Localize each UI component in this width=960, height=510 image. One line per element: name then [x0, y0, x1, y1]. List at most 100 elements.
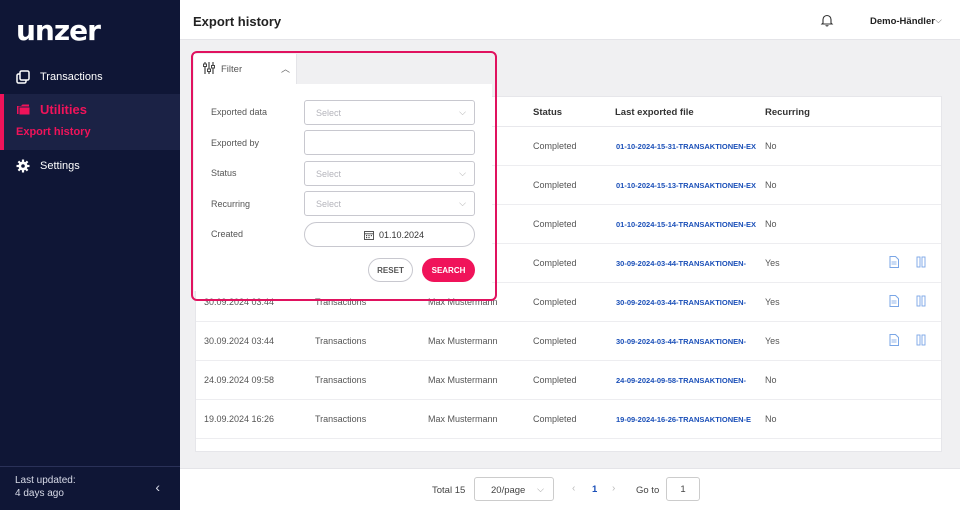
recurring-cell: No: [765, 180, 777, 190]
file-link[interactable]: 30-09-2024-03-44-TRANSAKTIONEN-: [616, 298, 758, 307]
recurring-cell: Yes: [765, 336, 780, 346]
file-link[interactable]: 30-09-2024-03-44-TRANSAKTIONEN-: [616, 337, 758, 346]
exported-by-label: Exported by: [211, 138, 260, 148]
status-label: Status: [211, 168, 237, 178]
prev-page-icon[interactable]: ‹: [572, 483, 575, 494]
sidebar: unzer Transactions Utilities Export hist…: [0, 0, 180, 510]
exported-data-cell: Transactions: [315, 336, 367, 346]
recurring-cell: Yes: [765, 297, 780, 307]
gear-icon: [16, 159, 30, 173]
recurring-cell: No: [765, 375, 777, 385]
status-cell: Completed: [533, 180, 577, 190]
column-header-status: Status: [533, 107, 563, 118]
filter-sliders-icon: [203, 62, 215, 74]
total-count: Total 15: [432, 485, 466, 496]
search-button[interactable]: SEARCH: [422, 258, 475, 282]
recurring-label: Recurring: [211, 199, 251, 209]
file-link[interactable]: 24-09-2024-09-58-TRANSAKTIONEN-: [616, 376, 758, 385]
table-row: 24.09.2024 09:58 Transactions Max Musterma…: [196, 361, 941, 400]
created-date-value: 01.10.2024: [379, 230, 425, 240]
user-menu[interactable]: Demo-Händler: [870, 16, 935, 27]
status-select[interactable]: Select ⌵: [304, 161, 475, 186]
chevron-down-icon: ⌵: [459, 198, 466, 208]
sidebar-subitem-export-history[interactable]: Export history: [16, 126, 180, 138]
recurring-cell: No: [765, 141, 777, 151]
created-date-picker[interactable]: 01.10.2024: [304, 222, 475, 247]
last-updated-label: Last updated:: [15, 475, 76, 486]
file-link[interactable]: 19-09-2024-16-26-TRANSAKTIONEN-E: [616, 415, 758, 424]
status-cell: Completed: [533, 258, 577, 268]
created-cell: 30.09.2024 03:44: [204, 336, 275, 346]
pause-icon[interactable]: [916, 334, 926, 346]
exported-data-select[interactable]: Select ⌵: [304, 100, 475, 125]
status-cell: Completed: [533, 375, 577, 385]
top-bar: Export history Demo-Händler ⌵: [180, 0, 960, 40]
column-header-last-exported-file: Last exported file: [615, 107, 694, 118]
folder-icon: [17, 104, 30, 116]
select-placeholder: Select: [316, 169, 342, 179]
sidebar-item-label: Transactions: [40, 71, 103, 83]
page-size-select[interactable]: 20/page ⌵: [474, 477, 554, 501]
select-placeholder: Select: [316, 108, 342, 118]
exported-by-cell: Max Mustermann: [428, 375, 498, 385]
sidebar-item-label: Settings: [40, 160, 80, 172]
reset-button[interactable]: RESET: [368, 258, 413, 282]
chevron-down-icon: ⌵: [537, 484, 544, 494]
sidebar-item-transactions[interactable]: Transactions: [0, 68, 180, 86]
document-icon[interactable]: [889, 256, 899, 268]
created-cell: 24.09.2024 09:58: [204, 375, 275, 385]
exported-by-input[interactable]: [304, 130, 475, 155]
exported-by-cell: Max Mustermann: [428, 414, 498, 424]
exported-data-cell: Transactions: [315, 375, 367, 385]
sidebar-item-settings[interactable]: Settings: [0, 157, 180, 175]
file-link[interactable]: 01-10-2024-15-14-TRANSAKTIONEN-EX: [616, 220, 758, 229]
filter-panel: Exported data Select ⌵ Exported by Statu…: [194, 84, 492, 291]
goto-page-input[interactable]: [666, 477, 700, 501]
transactions-icon: [16, 70, 30, 84]
table-row: 19.09.2024 16:26 Transactions Max Musterma…: [196, 400, 941, 439]
next-page-icon[interactable]: ›: [612, 483, 615, 494]
filter-label: Filter: [221, 64, 243, 75]
created-cell: 19.09.2024 16:26: [204, 414, 275, 424]
created-label: Created: [211, 229, 244, 239]
document-icon[interactable]: [889, 295, 899, 307]
recurring-cell: No: [765, 219, 777, 229]
collapse-sidebar-icon[interactable]: ‹: [155, 479, 160, 495]
document-icon[interactable]: [889, 334, 899, 346]
recurring-select[interactable]: Select ⌵: [304, 191, 475, 216]
page-title: Export history: [193, 14, 282, 29]
unzer-logo[interactable]: unzer: [16, 14, 101, 47]
file-link[interactable]: 01-10-2024-15-13-TRANSAKTIONEN-EX: [616, 181, 758, 190]
status-cell: Completed: [533, 297, 577, 307]
file-link[interactable]: 30-09-2024-03-44-TRANSAKTIONEN-: [616, 259, 758, 268]
status-cell: Completed: [533, 414, 577, 424]
current-page[interactable]: 1: [592, 484, 597, 495]
status-cell: Completed: [533, 336, 577, 346]
chevron-up-icon: ︿: [281, 64, 291, 74]
pause-icon[interactable]: [916, 295, 926, 307]
recurring-cell: No: [765, 414, 777, 424]
table-row: 30.09.2024 03:44 Transactions Max Musterma…: [196, 322, 941, 361]
bell-icon[interactable]: [820, 13, 834, 27]
filter-toggle[interactable]: Filter ︿: [194, 54, 297, 84]
calendar-icon: [364, 231, 374, 240]
chevron-down-icon[interactable]: ⌵: [935, 15, 942, 26]
column-header-recurring: Recurring: [765, 107, 810, 118]
file-link[interactable]: 01-10-2024-15-31-TRANSAKTIONEN-EX: [616, 142, 758, 151]
pagination: Total 15 20/page ⌵ ‹ 1 › Go to: [180, 468, 960, 510]
recurring-cell: Yes: [765, 258, 780, 268]
status-cell: Completed: [533, 219, 577, 229]
sidebar-footer: Last updated: 4 days ago ‹: [0, 466, 180, 510]
select-placeholder: Select: [316, 199, 342, 209]
chevron-down-icon: ⌵: [459, 107, 466, 117]
exported-by-cell: Max Mustermann: [428, 336, 498, 346]
pause-icon[interactable]: [916, 256, 926, 268]
status-cell: Completed: [533, 141, 577, 151]
page-size-value: 20/page: [491, 485, 526, 496]
goto-label: Go to: [636, 485, 660, 496]
sidebar-item-utilities[interactable]: Utilities Export history: [0, 94, 180, 150]
exported-data-label: Exported data: [211, 107, 268, 117]
sidebar-item-label: Utilities: [40, 101, 87, 117]
chevron-down-icon: ⌵: [459, 168, 466, 178]
last-updated-value: 4 days ago: [15, 488, 64, 499]
